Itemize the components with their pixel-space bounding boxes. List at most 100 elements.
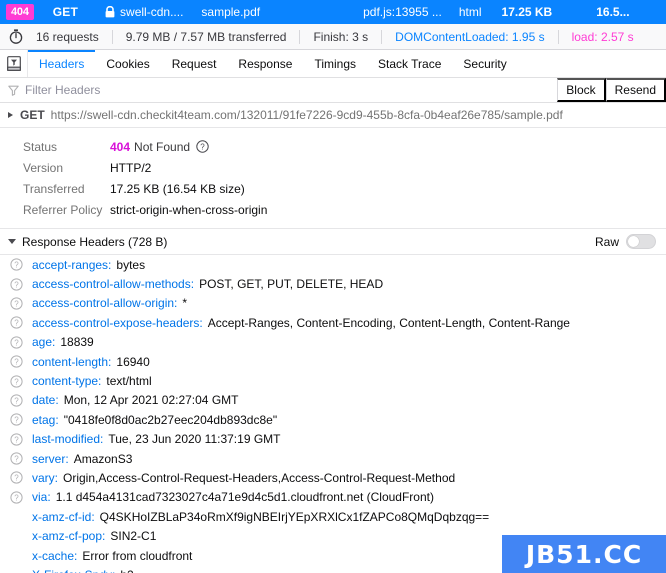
request-url-row[interactable]: GET https://swell-cdn.checkit4team.com/1… (0, 103, 666, 128)
detail-tabs: Headers Cookies Request Response Timings… (0, 50, 666, 78)
header-row[interactable]: ? content-length: 16940 (0, 352, 666, 371)
selected-request-row[interactable]: 404 GET swell-cdn.... sample.pdf pdf.js:… (0, 0, 666, 24)
tab-response[interactable]: Response (227, 50, 303, 77)
header-row[interactable]: x-amz-cf-id: Q4SKHoIZBLaP34oRmXf9igNBEIrj… (0, 507, 666, 526)
raw-toggle-switch[interactable] (626, 234, 656, 249)
funnel-icon (8, 85, 19, 96)
toggle-panel-button[interactable] (0, 50, 28, 77)
raw-label: Raw (594, 234, 619, 249)
svg-text:?: ? (14, 455, 19, 464)
filter-bar: Block Resend (0, 78, 666, 103)
header-row[interactable]: ? last-modified: Tue, 23 Jun 2020 11:37:19… (0, 430, 666, 449)
tab-label: Response (238, 56, 293, 71)
help-icon[interactable]: ? (10, 277, 32, 291)
svg-text:?: ? (14, 261, 19, 270)
filter-headers-input[interactable] (19, 83, 558, 97)
version-label: Version (23, 160, 64, 175)
request-method: GET (52, 5, 79, 19)
finish-time: Finish: 3 s (313, 29, 369, 44)
header-name: etag: (32, 412, 59, 427)
domcontentloaded-time: DOMContentLoaded: 1.95 s (395, 29, 545, 44)
request-size: 16.5... (596, 5, 630, 19)
tab-stack-trace[interactable]: Stack Trace (367, 50, 452, 77)
status-code: 404 (110, 139, 131, 154)
header-value: bytes (116, 257, 146, 272)
help-icon[interactable]: ? (10, 355, 32, 368)
header-row[interactable]: ? accept-ranges: bytes (0, 255, 666, 274)
svg-text:?: ? (14, 338, 19, 347)
help-icon[interactable]: ? (10, 413, 32, 426)
tab-label: Headers (39, 56, 85, 71)
tab-headers[interactable]: Headers (28, 50, 96, 77)
header-row[interactable]: ? content-type: text/html (0, 371, 666, 390)
status-value: 404 Not Found ? (110, 140, 209, 154)
summary-row-version: Version HTTP/2 (0, 157, 666, 178)
summary-row-referrer-policy: Referrer Policy strict-origin-when-cross… (0, 199, 666, 220)
header-row[interactable]: ? age: 18839 (0, 333, 666, 352)
url-method: GET (20, 108, 45, 122)
network-summary-bar: 16 requests 9.79 MB / 7.57 MB transferre… (0, 24, 666, 50)
url-text: https://swell-cdn.checkit4team.com/13201… (50, 108, 563, 122)
response-headers-title: Response Headers (728 B) (22, 234, 168, 249)
response-headers-section-header[interactable]: Response Headers (728 B) Raw (0, 229, 666, 255)
tab-timings[interactable]: Timings (303, 50, 367, 77)
help-icon[interactable]: ? (10, 394, 32, 407)
header-value: 16940 (116, 354, 150, 369)
header-name: via: (32, 490, 51, 505)
help-icon[interactable]: ? (10, 297, 32, 310)
header-name: x-amz-cf-id: (32, 509, 95, 524)
tab-label: Request (171, 56, 217, 71)
tab-security[interactable]: Security (452, 50, 517, 77)
referrer-policy-value: strict-origin-when-cross-origin (110, 202, 268, 217)
status-text: Not Found (134, 139, 191, 154)
header-name: accept-ranges: (32, 257, 112, 272)
request-file: sample.pdf (201, 5, 261, 19)
svg-text:?: ? (14, 280, 19, 289)
block-button[interactable]: Block (557, 78, 606, 102)
header-value: * (182, 296, 188, 311)
panel-filter-icon (6, 56, 21, 71)
header-name: x-cache: (32, 548, 78, 563)
chevron-right-icon[interactable] (8, 112, 13, 118)
svg-text:?: ? (14, 474, 19, 483)
resend-button[interactable]: Resend (605, 78, 666, 102)
header-name: x-amz-cf-pop: (32, 529, 106, 544)
help-icon[interactable]: ? (10, 471, 32, 485)
help-icon[interactable]: ? (10, 336, 32, 349)
header-row[interactable]: ? access-control-expose-headers: Accept-Ra… (0, 313, 666, 332)
request-domain: swell-cdn.... (120, 5, 184, 19)
header-row[interactable]: ? etag: "0418fe0f8d0ac2b27eec204db893dc8e" (0, 410, 666, 429)
raw-toggle-group[interactable]: Raw (595, 234, 666, 249)
help-icon[interactable]: ? (10, 491, 32, 504)
stopwatch-icon (9, 29, 23, 44)
tab-cookies[interactable]: Cookies (95, 50, 160, 77)
header-name: access-control-allow-methods: (32, 277, 195, 292)
help-icon[interactable]: ? (10, 433, 32, 446)
transferred-value: 17.25 KB (16.54 KB size) (110, 181, 245, 196)
help-icon[interactable]: ? (196, 140, 209, 153)
svg-text:?: ? (14, 299, 19, 308)
header-row[interactable]: ? server: AmazonS3 (0, 449, 666, 468)
header-row[interactable]: ? via: 1.1 d454a4131cad7323027c4a71e9d4c5d… (0, 488, 666, 507)
header-row[interactable]: ? vary: Origin,Access-Control-Request-Head… (0, 468, 666, 487)
tab-label: Stack Trace (378, 56, 442, 71)
header-value: Accept-Ranges, Content-Encoding, Content… (207, 315, 570, 330)
header-row[interactable]: ? access-control-allow-methods: POST, GET,… (0, 274, 666, 293)
header-row[interactable]: ? access-control-allow-origin: * (0, 294, 666, 313)
header-name: vary: (32, 470, 59, 485)
tab-request[interactable]: Request (161, 50, 228, 77)
help-icon[interactable]: ? (10, 374, 32, 388)
header-value: Origin,Access-Control-Request-Headers,Ac… (63, 470, 456, 485)
svg-text:?: ? (14, 416, 19, 425)
help-icon[interactable]: ? (10, 316, 32, 329)
chevron-down-icon[interactable] (8, 239, 16, 244)
version-value: HTTP/2 (110, 160, 152, 175)
header-value: 18839 (60, 335, 94, 350)
help-icon[interactable]: ? (10, 452, 32, 465)
header-value: text/html (106, 374, 152, 389)
header-value: 1.1 d454a4131cad7323027c4a71e9d4c5d1.clo… (55, 490, 434, 505)
help-icon[interactable]: ? (10, 258, 32, 271)
svg-text:?: ? (14, 435, 19, 444)
request-type: html (458, 5, 482, 19)
header-row[interactable]: ? date: Mon, 12 Apr 2021 02:27:04 GMT (0, 391, 666, 410)
